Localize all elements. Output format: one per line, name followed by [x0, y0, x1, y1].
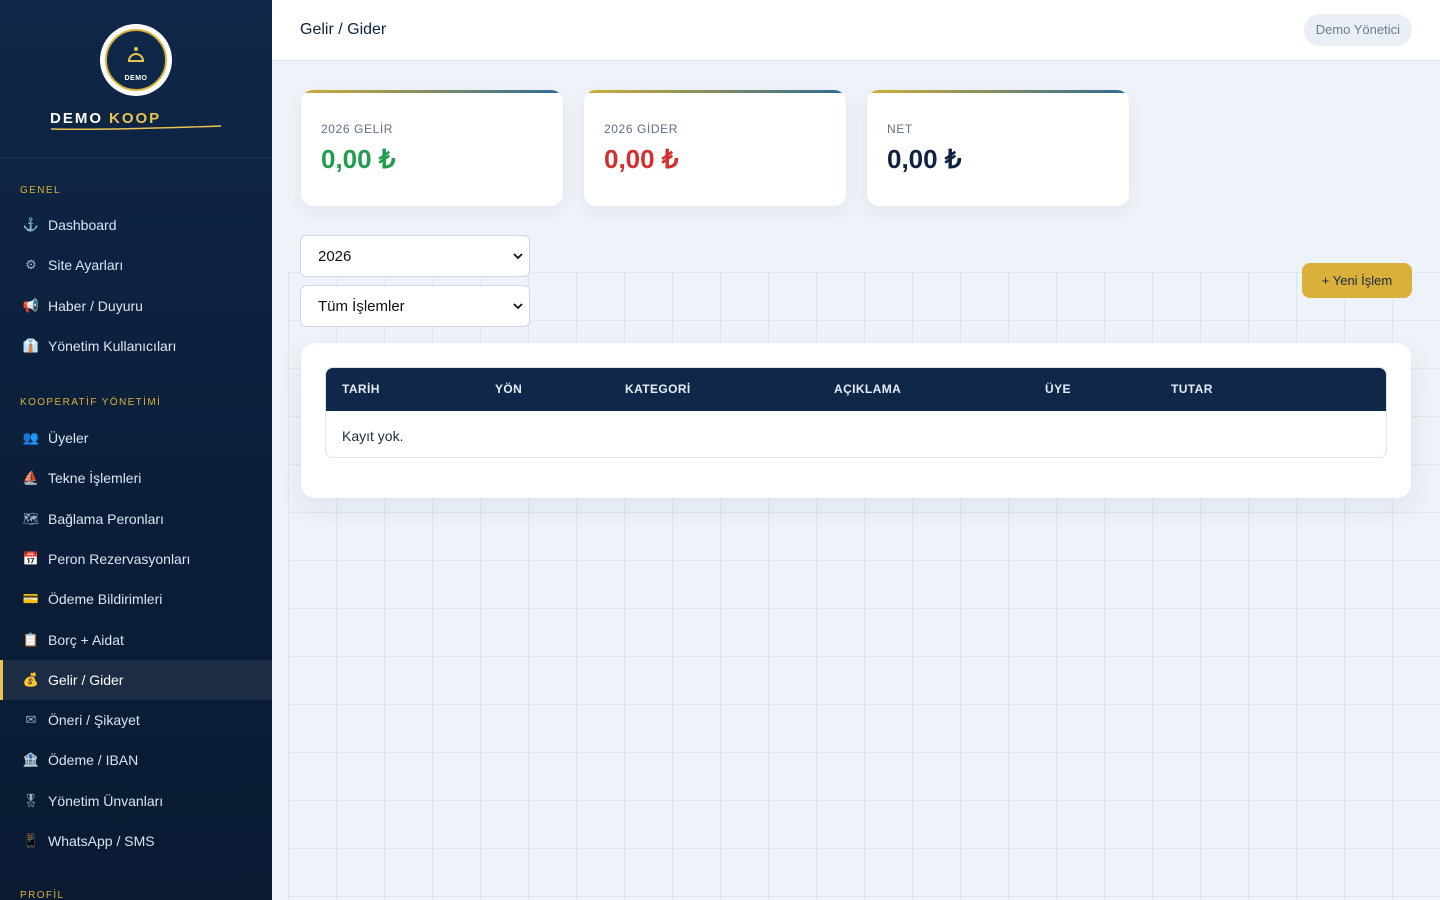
map-icon: 🗺 — [22, 511, 40, 526]
sidebar-item-label: Ödeme / IBAN — [48, 752, 139, 768]
stat-value: 0,00 ₺ — [604, 144, 679, 174]
sidebar-item-whatsapp-sms[interactable]: 📱 WhatsApp / SMS — [0, 821, 272, 861]
sidebar-item-bağlama-peronları[interactable]: 🗺 Bağlama Peronları — [0, 499, 272, 539]
table-header: TARİH YÖN KATEGORİ AÇIKLAMA ÜYE TUTAR — [326, 368, 1386, 411]
chevron-down-icon — [513, 253, 523, 260]
nav-section-title: GENEL — [20, 185, 61, 196]
column-header-category[interactable]: KATEGORİ — [625, 382, 691, 396]
admin-user-icon: 👔 — [22, 338, 40, 353]
sidebar-item-yönetim-ünvanları[interactable]: 🎖 Yönetim Ünvanları — [0, 781, 272, 821]
megaphone-icon: 📢 — [22, 298, 40, 313]
sidebar-item-haber-duyuru[interactable]: 📢 Haber / Duyuru — [0, 286, 272, 326]
gear-icon: ⚙ — [25, 257, 37, 272]
empty-state: Kayıt yok. — [342, 428, 404, 444]
sidebar-item-label: Öneri / Şikayet — [48, 712, 140, 728]
type-select-value: Tüm İşlemler — [318, 297, 405, 315]
sidebar-item-dashboard[interactable]: ⚓ Dashboard — [0, 205, 272, 245]
stat-value: 0,00 ₺ — [321, 144, 396, 174]
medal-icon: 🎖 — [22, 793, 40, 808]
sidebar-item-label: Dashboard — [48, 217, 117, 233]
sidebar: DEMO DEMO KOOP GENEL ⚓ Dashboard ⚙ Site Ayarl… — [0, 0, 272, 900]
nav-section-title: KOOPERATİF YÖNETİMİ — [20, 397, 162, 408]
sidebar-item-label: Borç + Aidat — [48, 632, 124, 648]
stat-label: 2026 GELİR — [321, 122, 394, 136]
sidebar-item-peron-rezervasyonları[interactable]: 📅 Peron Rezervasyonları — [0, 539, 272, 579]
stat-card-net: NET 0,00 ₺ — [867, 90, 1129, 206]
column-header-member[interactable]: ÜYE — [1045, 382, 1071, 396]
sidebar-item-label: Gelir / Gider — [48, 672, 124, 688]
brand-area: DEMO DEMO KOOP — [0, 0, 272, 158]
logo[interactable]: DEMO — [100, 24, 172, 96]
column-header-description[interactable]: AÇIKLAMA — [834, 382, 901, 396]
clipboard-icon: 📋 — [22, 632, 40, 647]
new-transaction-button[interactable]: + Yeni İşlem — [1302, 263, 1412, 298]
logo-text: DEMO — [124, 75, 148, 82]
brand-underline — [50, 125, 222, 131]
sidebar-item-label: Bağlama Peronları — [48, 511, 164, 527]
boat-icon: ⛵ — [22, 470, 40, 485]
bank-icon: 🏦 — [22, 752, 40, 767]
stat-card-income: 2026 GELİR 0,00 ₺ — [301, 90, 563, 206]
sidebar-item-ödeme-iban[interactable]: 🏦 Ödeme / IBAN — [0, 740, 272, 780]
sidebar-item-öneri-şikayet[interactable]: ✉ Öneri / Şikayet — [0, 700, 272, 740]
transactions-table: TARİH YÖN KATEGORİ AÇIKLAMA ÜYE TUTAR Ka… — [325, 367, 1387, 458]
phone-icon: 📱 — [22, 833, 40, 848]
user-menu[interactable]: Demo Yönetici — [1303, 14, 1412, 46]
type-select[interactable]: Tüm İşlemler — [300, 285, 530, 327]
sidebar-item-label: WhatsApp / SMS — [48, 833, 155, 849]
sidebar-item-label: Tekne İşlemleri — [48, 470, 142, 486]
sidebar-item-label: Haber / Duyuru — [48, 298, 143, 314]
sidebar-item-label: Üyeler — [48, 430, 89, 446]
sidebar-item-label: Site Ayarları — [48, 257, 124, 273]
column-header-date[interactable]: TARİH — [342, 382, 380, 396]
sidebar-item-label: Yönetim Ünvanları — [48, 793, 164, 809]
envelope-icon: ✉ — [25, 712, 37, 727]
sidebar-item-yönetim-kullanıcıları[interactable]: 👔 Yönetim Kullanıcıları — [0, 326, 272, 366]
stat-label: NET — [887, 122, 913, 136]
sidebar-item-gelir-gider[interactable]: 💰 Gelir / Gider — [0, 660, 272, 700]
nav-section-title: PROFİL — [20, 890, 65, 900]
sidebar-item-label: Ödeme Bildirimleri — [48, 591, 163, 607]
anchor-icon: ⚓ — [22, 217, 40, 232]
column-header-direction[interactable]: YÖN — [495, 382, 522, 396]
bell-icon-dot — [134, 47, 138, 51]
calendar-icon: 📅 — [22, 551, 40, 566]
year-select-value: 2026 — [318, 247, 352, 265]
money-bag-icon: 💰 — [22, 672, 40, 687]
members-icon: 👥 — [22, 430, 40, 445]
sidebar-item-ödeme-bildirimleri[interactable]: 💳 Ödeme Bildirimleri — [0, 579, 272, 619]
bell-icon — [128, 53, 144, 62]
page-title: Gelir / Gider — [300, 21, 387, 38]
sidebar-item-label: Yönetim Kullanıcıları — [48, 338, 177, 354]
credit-card-icon: 💳 — [22, 591, 40, 606]
stat-value: 0,00 ₺ — [887, 144, 962, 174]
transactions-panel: TARİH YÖN KATEGORİ AÇIKLAMA ÜYE TUTAR Ka… — [301, 343, 1411, 498]
sidebar-item-label: Peron Rezervasyonları — [48, 551, 191, 567]
sidebar-item-site-ayarları[interactable]: ⚙ Site Ayarları — [0, 245, 272, 285]
topbar: Gelir / Gider Demo Yönetici — [272, 0, 1440, 61]
sidebar-item-tekne-i-şlemleri[interactable]: ⛵ Tekne İşlemleri — [0, 458, 272, 498]
sidebar-item-üyeler[interactable]: 👥 Üyeler — [0, 418, 272, 458]
year-select[interactable]: 2026 — [300, 235, 530, 277]
stat-label: 2026 GİDER — [604, 122, 679, 136]
stat-card-expense: 2026 GİDER 0,00 ₺ — [584, 90, 846, 206]
column-header-amount[interactable]: TUTAR — [1171, 382, 1213, 396]
chevron-down-icon — [513, 303, 523, 310]
logo-emblem: DEMO — [105, 29, 167, 91]
sidebar-item-borç-aidat[interactable]: 📋 Borç + Aidat — [0, 620, 272, 660]
